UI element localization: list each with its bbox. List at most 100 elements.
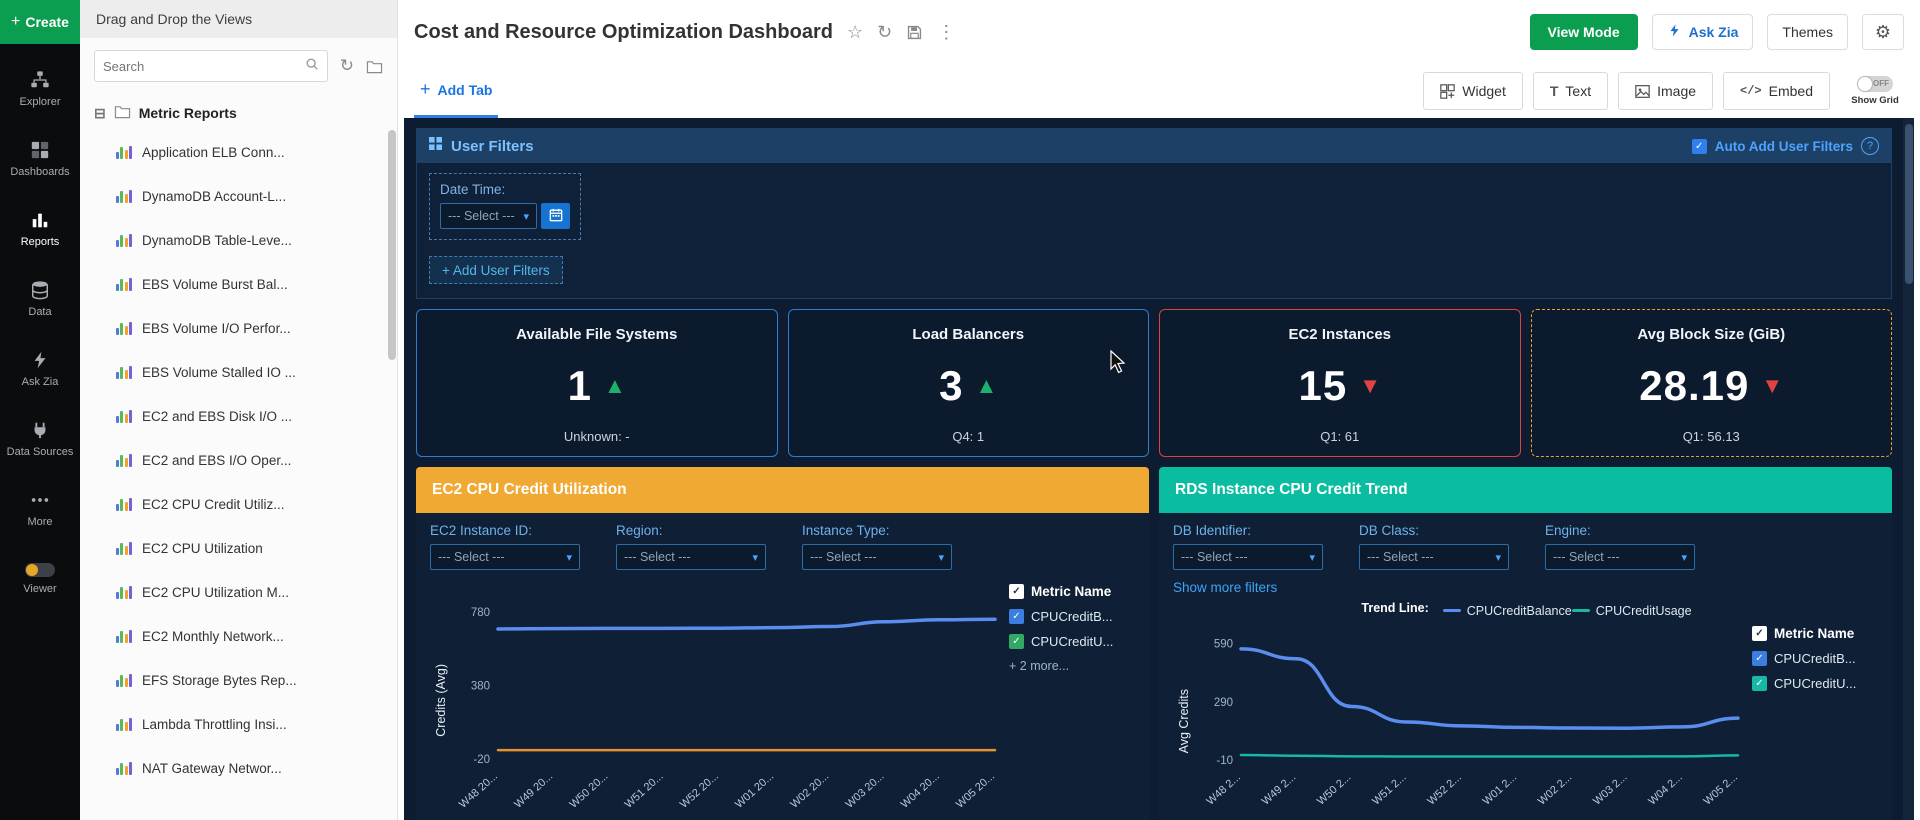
filter-select-engine[interactable]: --- Select ---▾	[1545, 544, 1695, 570]
auto-add-user-filters-label: Auto Add User Filters	[1715, 139, 1853, 154]
report-list-item[interactable]: EC2 Monthly Network...	[80, 614, 397, 658]
save-icon[interactable]	[906, 24, 923, 41]
calendar-button[interactable]	[541, 203, 570, 229]
favorite-star-icon[interactable]: ☆	[847, 22, 863, 43]
dashboard-toolbar: + Add Tab Widget T Text Image <	[398, 64, 1920, 118]
canvas-scrollbar-thumb[interactable]	[1905, 124, 1913, 284]
legend-item[interactable]: ✓CPUCreditU...	[1009, 634, 1137, 649]
filter-select-db-identifier[interactable]: --- Select ---▾	[1173, 544, 1323, 570]
report-list-item[interactable]: EC2 CPU Utilization	[80, 526, 397, 570]
rail-item-ask-zia[interactable]: Ask Zia	[0, 334, 80, 404]
show-more-filters-link[interactable]: Show more filters	[1173, 580, 1880, 595]
ask-zia-button[interactable]: Ask Zia	[1652, 14, 1754, 50]
report-list-item[interactable]: Lambda Throttling Insi...	[80, 702, 397, 746]
svg-text:W49 2...: W49 2...	[1260, 771, 1298, 807]
filter-select-region[interactable]: --- Select ---▾	[616, 544, 766, 570]
report-list-item[interactable]: Application ELB Conn...	[80, 130, 397, 174]
trend-up-icon: ▲	[604, 375, 626, 397]
add-user-filters-button[interactable]: + Add User Filters	[429, 256, 563, 284]
collapse-icon[interactable]: ⊟	[94, 105, 106, 122]
report-name: EBS Volume I/O Perfor...	[142, 321, 291, 336]
viewer-toggle[interactable]	[25, 563, 55, 577]
legend-item[interactable]: ✓CPUCreditB...	[1009, 609, 1137, 624]
image-button[interactable]: Image	[1618, 72, 1713, 110]
legend-checkbox[interactable]: ✓	[1009, 584, 1024, 599]
report-list-item[interactable]: EC2 CPU Utilization M...	[80, 570, 397, 614]
legend-title-row[interactable]: ✓ Metric Name	[1009, 584, 1137, 599]
search-box[interactable]	[94, 50, 328, 82]
chart-filter-row: EC2 Instance ID:--- Select ---▾Region:--…	[430, 523, 1137, 570]
kebab-menu-icon[interactable]: ⋮	[937, 22, 955, 43]
bar-chart-icon	[116, 409, 132, 423]
series-checkbox[interactable]: ✓	[1009, 634, 1024, 649]
line-chart[interactable]: 780380-20W48 20...W49 20...W50 20...W51 …	[452, 578, 1005, 820]
series-checkbox[interactable]: ✓	[1009, 609, 1024, 624]
legend-title-row[interactable]: ✓ Metric Name	[1752, 626, 1880, 641]
kpi-card-avg-block-size-gib[interactable]: Avg Block Size (GiB)28.19▼Q1: 56.13	[1531, 309, 1893, 457]
zia-icon	[30, 350, 50, 370]
themes-button[interactable]: Themes	[1767, 14, 1848, 50]
report-list-item[interactable]: EBS Volume Stalled IO ...	[80, 350, 397, 394]
report-list-item[interactable]: EC2 and EBS Disk I/O ...	[80, 394, 397, 438]
line-chart[interactable]: 590290-10W48 2...W49 2...W50 2...W51 2..…	[1195, 620, 1748, 820]
create-button[interactable]: + Create	[0, 0, 80, 44]
rail-item-dashboards[interactable]: Dashboards	[0, 124, 80, 194]
svg-text:W50 20...: W50 20...	[567, 770, 610, 810]
legend-more-link[interactable]: + 2 more...	[1009, 659, 1137, 673]
help-icon[interactable]: ?	[1861, 137, 1879, 155]
add-tab-button[interactable]: + Add Tab	[414, 64, 498, 118]
report-list-item[interactable]: EBS Volume Burst Bal...	[80, 262, 397, 306]
refresh-views-icon[interactable]: ↻	[340, 56, 354, 76]
embed-button[interactable]: </> Embed	[1723, 72, 1830, 110]
auto-add-user-filters-checkbox[interactable]: ✓	[1692, 139, 1707, 154]
report-list-item[interactable]: EFS Storage Bytes Rep...	[80, 658, 397, 702]
canvas-scrollbar[interactable]	[1903, 118, 1914, 820]
report-list-item[interactable]: EC2 CPU Credit Utiliz...	[80, 482, 397, 526]
folder-row-metric-reports[interactable]: ⊟ Metric Reports	[80, 96, 397, 130]
legend-item[interactable]: ✓CPUCreditB...	[1752, 651, 1880, 666]
rail-item-more[interactable]: More	[0, 474, 80, 544]
rail-item-viewer[interactable]: Viewer	[0, 544, 80, 614]
filter-select-ec2-instance-id[interactable]: --- Select ---▾	[430, 544, 580, 570]
filter-select-db-class[interactable]: --- Select ---▾	[1359, 544, 1509, 570]
rail-item-data[interactable]: Data	[0, 264, 80, 334]
date-time-filter[interactable]: Date Time: --- Select --- ▾	[429, 173, 581, 240]
folder-view-icon[interactable]	[366, 59, 383, 74]
panel-scrollbar-thumb[interactable]	[388, 130, 396, 360]
text-button[interactable]: T Text	[1533, 72, 1608, 110]
filter-label: Region:	[616, 523, 766, 538]
panel-scrollbar[interactable]	[388, 116, 396, 816]
report-list-item[interactable]: NAT Gateway Networ...	[80, 746, 397, 790]
series-checkbox[interactable]: ✓	[1752, 676, 1767, 691]
series-label: CPUCreditU...	[1774, 676, 1856, 691]
explorer-icon	[30, 70, 50, 90]
refresh-icon[interactable]: ↻	[877, 22, 892, 43]
rail-item-reports[interactable]: Reports	[0, 194, 80, 264]
legend-item[interactable]: ✓ CPUCreditU...	[1752, 676, 1880, 691]
rail-item-data-sources[interactable]: Data Sources	[0, 404, 80, 474]
report-list-item[interactable]: EBS Volume I/O Perfor...	[80, 306, 397, 350]
chevron-down-icon: ▾	[1309, 551, 1315, 564]
dashboards-icon	[30, 140, 50, 160]
series-checkbox[interactable]: ✓	[1752, 651, 1767, 666]
chart-legend: ✓ Metric Name ✓CPUCreditB...✓CPUCreditU.…	[1748, 620, 1880, 820]
filter-select-instance-type[interactable]: --- Select ---▾	[802, 544, 952, 570]
widget-button[interactable]: Widget	[1423, 72, 1523, 110]
report-list-item[interactable]: DynamoDB Account-L...	[80, 174, 397, 218]
rail-items: ExplorerDashboardsReportsDataAsk ZiaData…	[0, 44, 80, 614]
filter-region: Region: --- Select ---▾	[616, 523, 766, 570]
rail-item-explorer[interactable]: Explorer	[0, 54, 80, 124]
report-list-item[interactable]: DynamoDB Table-Leve...	[80, 218, 397, 262]
date-time-select[interactable]: --- Select --- ▾	[440, 203, 537, 229]
kpi-card-available-file-systems[interactable]: Available File Systems1▲Unknown: -	[416, 309, 778, 457]
text-icon: T	[1550, 83, 1559, 99]
view-mode-button[interactable]: View Mode	[1530, 14, 1638, 50]
report-list-item[interactable]: EC2 and EBS I/O Oper...	[80, 438, 397, 482]
settings-gear-icon[interactable]: ⚙	[1862, 14, 1904, 50]
legend-checkbox[interactable]: ✓	[1752, 626, 1767, 641]
svg-text:W49 20...: W49 20...	[512, 770, 555, 810]
search-input[interactable]	[103, 59, 305, 74]
kpi-card-ec2-instances[interactable]: EC2 Instances15▼Q1: 61	[1159, 309, 1521, 457]
show-grid-toggle[interactable]: OFF	[1857, 76, 1893, 92]
kpi-card-load-balancers[interactable]: Load Balancers3▲Q4: 1	[788, 309, 1150, 457]
